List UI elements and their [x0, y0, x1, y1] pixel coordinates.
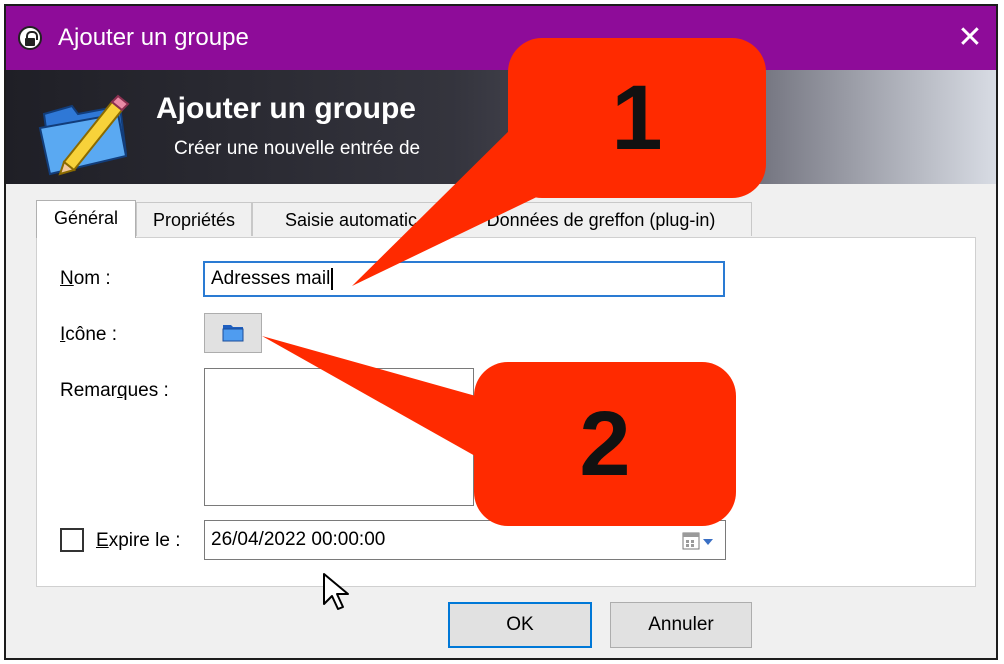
group-icon-button[interactable] [204, 313, 262, 353]
window-title: Ajouter un groupe [58, 24, 249, 51]
tab-general[interactable]: Général [36, 200, 136, 238]
callout-1: 1 [508, 38, 766, 198]
folder-pencil-icon [38, 94, 130, 176]
folder-icon [222, 325, 244, 342]
tab-properties[interactable]: Propriétés [136, 202, 252, 236]
close-button[interactable]: ✕ [950, 16, 990, 60]
calendar-dropdown-icon[interactable] [681, 531, 715, 551]
callout-2: 2 [474, 362, 736, 526]
cancel-button[interactable]: Annuler [610, 602, 752, 648]
expiry-date-value: 26/04/2022 00:00:00 [211, 529, 386, 550]
icon-label: Icône : [60, 324, 118, 345]
ok-button[interactable]: OK [448, 602, 592, 648]
expiry-date-field[interactable]: 26/04/2022 00:00:00 [204, 520, 726, 560]
banner-title: Ajouter un groupe [156, 92, 416, 125]
tab-plugin-data[interactable]: Données de greffon (plug-in) [450, 202, 752, 236]
name-input[interactable]: Adresses mail [203, 261, 725, 297]
expires-checkbox[interactable] [60, 528, 84, 552]
name-label: Nom : [60, 268, 111, 289]
header-banner: Ajouter un groupe Créer une nouvelle ent… [6, 70, 996, 184]
remarks-label: Remarques : [60, 380, 169, 401]
text-caret [331, 267, 334, 290]
banner-subtitle: Créer une nouvelle entrée de [174, 138, 421, 159]
mouse-pointer-icon [323, 573, 349, 610]
name-value: Adresses mail [211, 268, 331, 289]
tab-autotype[interactable]: Saisie automatic [252, 202, 450, 236]
title-bar[interactable]: Ajouter un groupe ✕ [6, 6, 996, 70]
expires-label[interactable]: Expire le : [96, 530, 181, 552]
lock-icon [18, 26, 42, 50]
remarks-textarea[interactable] [204, 368, 474, 506]
